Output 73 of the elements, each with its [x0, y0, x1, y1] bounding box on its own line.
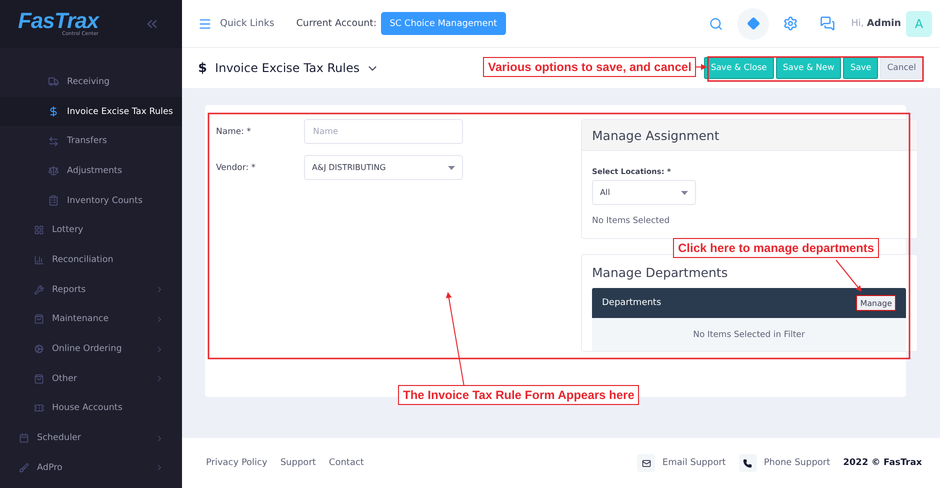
sidebar-item[interactable]: Maintenance	[0, 304, 182, 334]
menu-icon	[198, 16, 212, 30]
footer-link[interactable]: Contact	[328, 458, 364, 468]
arrows-icon	[48, 136, 59, 147]
sidebar-item[interactable]: Reports	[0, 274, 182, 304]
panel-title: Manage Departments	[592, 265, 728, 280]
brush-icon	[19, 462, 29, 473]
sidebar-item[interactable]: Transfers	[0, 126, 182, 156]
grid-icon	[34, 225, 44, 236]
sidebar-item[interactable]: Reconciliation	[0, 245, 182, 275]
sidebar-item[interactable]: Inventory Counts	[0, 186, 182, 216]
sidebar-item[interactable]: Scheduler	[0, 423, 182, 453]
diamond-icon	[746, 17, 760, 30]
cancel-button[interactable]: Cancel	[880, 57, 923, 79]
sidebar-item[interactable]: AdPro	[0, 452, 182, 483]
sidebar-item[interactable]: Receiving	[0, 67, 182, 97]
annotation-callout: Click here to manage departments	[673, 238, 880, 258]
chevron-right-icon	[155, 434, 164, 443]
field-label: Name: *	[216, 126, 252, 136]
sidebar-item[interactable]: House Accounts	[0, 394, 182, 424]
user-name: Admin	[866, 18, 901, 29]
wrench-icon	[34, 284, 44, 295]
annotation-callout: The Invoice Tax Rule Form Appears here	[398, 385, 640, 405]
phone-support-link[interactable]: Phone Support	[764, 458, 830, 468]
panel-title: Manage Assignment	[592, 128, 720, 142]
bar-title: Departments	[602, 298, 662, 308]
vendor-select[interactable]: A&J DISTRIBUTING	[304, 155, 463, 180]
ticket-icon	[34, 403, 44, 414]
sidebar-item[interactable]: Invoice Excise Tax Rules	[0, 96, 182, 126]
sidebar-item[interactable]: Adjustments	[0, 156, 182, 186]
sidebar-item[interactable]: Online Ordering	[0, 334, 182, 364]
page-title: Invoice Excise Tax Rules	[215, 61, 360, 75]
account-button[interactable]: SC Choice Management	[380, 12, 506, 35]
empty-text: No Items Selected	[592, 216, 670, 226]
chevron-right-icon	[155, 314, 164, 324]
caret-icon	[681, 190, 688, 194]
page-icon-text: $	[198, 60, 208, 76]
search-icon	[709, 16, 724, 30]
settings-icon	[782, 16, 798, 31]
caret-icon	[448, 166, 455, 170]
chevron-right-icon	[155, 285, 164, 294]
footer-link[interactable]: Support	[280, 458, 316, 468]
field-label: Vendor: *	[216, 162, 257, 172]
quick-links-link[interactable]: Quick Links	[198, 16, 274, 30]
chat-icon	[820, 16, 835, 31]
empty-text: No Items Selected in Filter	[693, 330, 805, 340]
mail-icon	[637, 454, 656, 472]
name-field[interactable]: Name	[304, 119, 463, 144]
calendar-icon	[19, 433, 29, 444]
chevron-right-icon	[155, 374, 164, 384]
manage-button[interactable]: Manage	[856, 295, 896, 311]
footer-link[interactable]: Privacy Policy	[206, 458, 268, 468]
annotation-arrow	[836, 260, 862, 292]
copyright-text: 2022 © FasTrax	[843, 458, 922, 468]
email-support-link[interactable]: Email Support	[662, 458, 726, 468]
gears-icon	[34, 344, 44, 354]
locations-select[interactable]: All	[592, 180, 696, 205]
clipboard-icon	[48, 195, 59, 206]
chevron-right-icon	[155, 463, 164, 472]
apps-button[interactable]	[737, 8, 770, 40]
truck-icon	[48, 76, 59, 88]
sidebar-item[interactable]: Other	[0, 364, 182, 394]
sidebar-item[interactable]: Lottery	[0, 215, 182, 246]
dollar-icon	[48, 106, 59, 118]
annotation-callout: Various options to save, and cancel	[483, 57, 696, 77]
scale-icon	[48, 165, 59, 176]
account-label: Current Account:	[296, 18, 377, 29]
bar-chart-icon	[34, 254, 44, 265]
bag-icon	[34, 374, 44, 384]
bag-icon	[34, 314, 44, 324]
chevron-right-icon	[155, 344, 164, 354]
greeting-text: Hi,	[851, 18, 864, 29]
phone-icon	[738, 454, 757, 472]
